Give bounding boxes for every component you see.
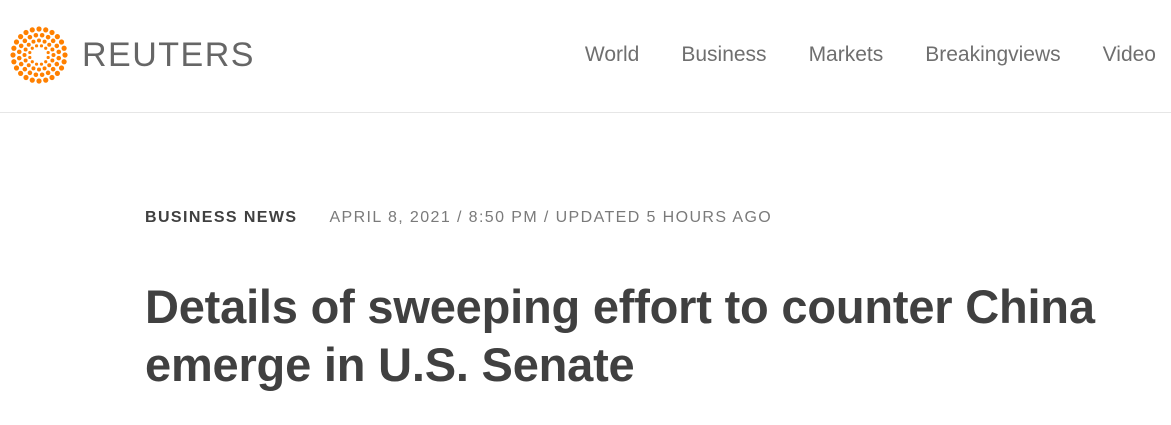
section-label[interactable]: BUSINESS NEWS bbox=[145, 204, 297, 232]
nav-item-business[interactable]: Business bbox=[681, 41, 766, 69]
nav-item-video[interactable]: Video bbox=[1103, 41, 1156, 69]
site-header: REUTERS World Business Markets Breakingv… bbox=[0, 0, 1171, 113]
main-nav: World Business Markets Breakingviews Vid… bbox=[585, 41, 1156, 69]
brand-name: REUTERS bbox=[82, 36, 255, 74]
nav-item-markets[interactable]: Markets bbox=[809, 41, 884, 69]
article-meta: BUSINESS NEWS APRIL 8, 2021 / 8:50 PM / … bbox=[145, 204, 1135, 232]
reuters-logo[interactable]: REUTERS bbox=[10, 26, 255, 84]
article-headline: Details of sweeping effort to counter Ch… bbox=[145, 280, 1095, 391]
nav-item-world[interactable]: World bbox=[585, 41, 639, 69]
reuters-logo-icon bbox=[10, 26, 68, 84]
article-header: BUSINESS NEWS APRIL 8, 2021 / 8:50 PM / … bbox=[145, 204, 1135, 394]
article-timestamp: APRIL 8, 2021 / 8:50 PM / UPDATED 5 HOUR… bbox=[329, 209, 773, 226]
nav-item-breakingviews[interactable]: Breakingviews bbox=[925, 41, 1060, 69]
